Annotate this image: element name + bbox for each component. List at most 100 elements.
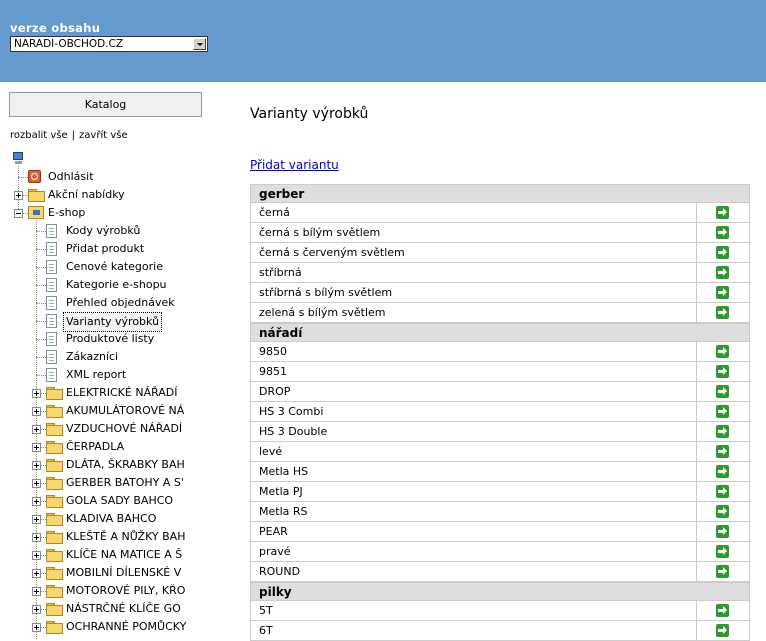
green-arrow-icon[interactable] xyxy=(716,405,729,418)
folder-icon xyxy=(46,459,63,472)
collapse-all-link[interactable]: zavřít vše xyxy=(79,130,128,141)
expand-icon[interactable] xyxy=(32,443,41,452)
green-arrow-icon[interactable] xyxy=(716,545,729,558)
action-cell xyxy=(696,542,749,561)
tree-node[interactable]: ELEKTRICKÉ NÁŘADÍ xyxy=(8,384,190,402)
expand-icon[interactable] xyxy=(32,479,41,488)
tree-node[interactable]: NÁSTRČNÉ KLÍČE GO xyxy=(8,600,190,618)
expand-icon[interactable] xyxy=(32,623,41,632)
variant-name: zelená s bílým světlem xyxy=(259,306,386,319)
tree-node[interactable]: Přehled objednávek xyxy=(8,294,190,312)
action-cell xyxy=(696,382,749,401)
tree-node-label: MOBILNÍ DÍLENSKÉ V xyxy=(66,566,182,579)
green-arrow-icon[interactable] xyxy=(716,425,729,438)
tree-node[interactable]: Varianty výrobků xyxy=(8,312,190,332)
tree-node[interactable]: KLADIVA BAHCO xyxy=(8,510,190,528)
action-cell xyxy=(696,263,749,282)
tree-node[interactable]: MOBILNÍ DÍLENSKÉ V xyxy=(8,564,190,582)
logout-icon xyxy=(28,170,41,183)
variant-name: 5T xyxy=(259,604,273,617)
tree-node-label: E-shop xyxy=(48,206,86,219)
group-header: pilky xyxy=(250,582,750,601)
tree-node[interactable]: XML report xyxy=(8,366,190,384)
add-variant-link[interactable]: Přidat variantu xyxy=(250,158,339,172)
tree-node[interactable]: Produktové listy xyxy=(8,330,190,348)
green-arrow-icon[interactable] xyxy=(716,624,729,637)
folder-icon xyxy=(46,441,63,454)
tree-node[interactable]: ČERPADLA xyxy=(8,438,190,456)
tree-node[interactable]: Kategorie e-shopu xyxy=(8,276,190,294)
tree-node[interactable]: Zákazníci xyxy=(8,348,190,366)
version-label: verze obsahu xyxy=(10,21,101,35)
variant-name: levé xyxy=(259,445,283,458)
expand-icon[interactable] xyxy=(32,587,41,596)
tree-node[interactable]: Cenové kategorie xyxy=(8,258,190,276)
variant-name: černá s červeným světlem xyxy=(259,246,405,259)
variant-name: DROP xyxy=(259,385,291,398)
green-arrow-icon[interactable] xyxy=(716,385,729,398)
tree-node-label: GOLA SADY BAHCO xyxy=(66,494,174,507)
tree-node-label: Produktové listy xyxy=(66,332,155,345)
green-arrow-icon[interactable] xyxy=(716,604,729,617)
expand-icon[interactable] xyxy=(32,425,41,434)
tree-node[interactable]: DLÁTA, ŠKRABKY BAH xyxy=(8,456,190,474)
document-icon xyxy=(46,296,57,310)
group-header: gerber xyxy=(250,184,750,203)
green-arrow-icon[interactable] xyxy=(716,246,729,259)
tree-node[interactable]: Odhlásit xyxy=(8,168,190,186)
variant-name: 6T xyxy=(259,624,273,637)
catalog-tree: Odhlásit Akční nabídky E-shop Kody výrobků P… xyxy=(8,150,190,640)
green-arrow-icon[interactable] xyxy=(716,365,729,378)
expand-icon[interactable] xyxy=(32,407,41,416)
tree-node[interactable]: KLEŠTĚ A NŮŽKY BAH xyxy=(8,528,190,546)
green-arrow-icon[interactable] xyxy=(716,266,729,279)
folder-icon xyxy=(46,531,63,544)
green-arrow-icon[interactable] xyxy=(716,445,729,458)
green-arrow-icon[interactable] xyxy=(716,465,729,478)
tree-node[interactable]: Přidat produkt xyxy=(8,240,190,258)
katalog-button[interactable]: Katalog xyxy=(9,92,202,117)
collapse-icon[interactable] xyxy=(14,209,23,218)
folder-icon xyxy=(46,477,63,490)
green-arrow-icon[interactable] xyxy=(716,345,729,358)
expand-icon[interactable] xyxy=(32,551,41,560)
green-arrow-icon[interactable] xyxy=(716,306,729,319)
green-arrow-icon[interactable] xyxy=(716,485,729,498)
variant-name: 9850 xyxy=(259,345,287,358)
expand-icon[interactable] xyxy=(32,605,41,614)
tree-node[interactable]: Akční nabídky xyxy=(8,186,190,204)
expand-icon[interactable] xyxy=(32,389,41,398)
tree-node[interactable]: GOLA SADY BAHCO xyxy=(8,492,190,510)
tree-node[interactable]: AKUMULÁTOROVÉ NÁ xyxy=(8,402,190,420)
tree-node[interactable]: KLÍČE NA MATICE A Š xyxy=(8,546,190,564)
table-row: černá s bílým světlem xyxy=(250,223,750,243)
version-select[interactable]: NARADI-OBCHOD.CZ xyxy=(10,36,208,52)
expand-icon[interactable] xyxy=(14,191,23,200)
green-arrow-icon[interactable] xyxy=(716,505,729,518)
tree-node[interactable]: MOTOROVÉ PILY, KŘO xyxy=(8,582,190,600)
link-separator: | xyxy=(71,130,76,141)
tree-node[interactable]: VZDUCHOVÉ NÁŘADÍ xyxy=(8,420,190,438)
tree-node-label: Varianty výrobků xyxy=(63,312,163,332)
tree-node[interactable]: Kody výrobků xyxy=(8,222,190,240)
expand-icon[interactable] xyxy=(32,515,41,524)
expand-all-link[interactable]: rozbalit vše xyxy=(10,130,68,141)
chevron-down-icon[interactable] xyxy=(193,38,206,50)
green-arrow-icon[interactable] xyxy=(716,286,729,299)
table-row: Metla RS xyxy=(250,502,750,522)
folder-icon xyxy=(46,549,63,562)
expand-icon[interactable] xyxy=(32,497,41,506)
expand-icon[interactable] xyxy=(32,533,41,542)
tree-node[interactable]: OCHRANNÉ POMŮCKY xyxy=(8,618,190,636)
tree-node[interactable]: GERBER BATOHY A S' xyxy=(8,474,190,492)
green-arrow-icon[interactable] xyxy=(716,226,729,239)
tree-node-label: VZDUCHOVÉ NÁŘADÍ xyxy=(66,422,183,435)
green-arrow-icon[interactable] xyxy=(716,206,729,219)
expand-icon[interactable] xyxy=(32,569,41,578)
green-arrow-icon[interactable] xyxy=(716,565,729,578)
tree-node-label: GERBER BATOHY A S' xyxy=(66,476,184,489)
expand-icon[interactable] xyxy=(32,461,41,470)
document-icon xyxy=(46,242,57,256)
green-arrow-icon[interactable] xyxy=(716,525,729,538)
tree-node[interactable]: E-shop xyxy=(8,204,190,222)
